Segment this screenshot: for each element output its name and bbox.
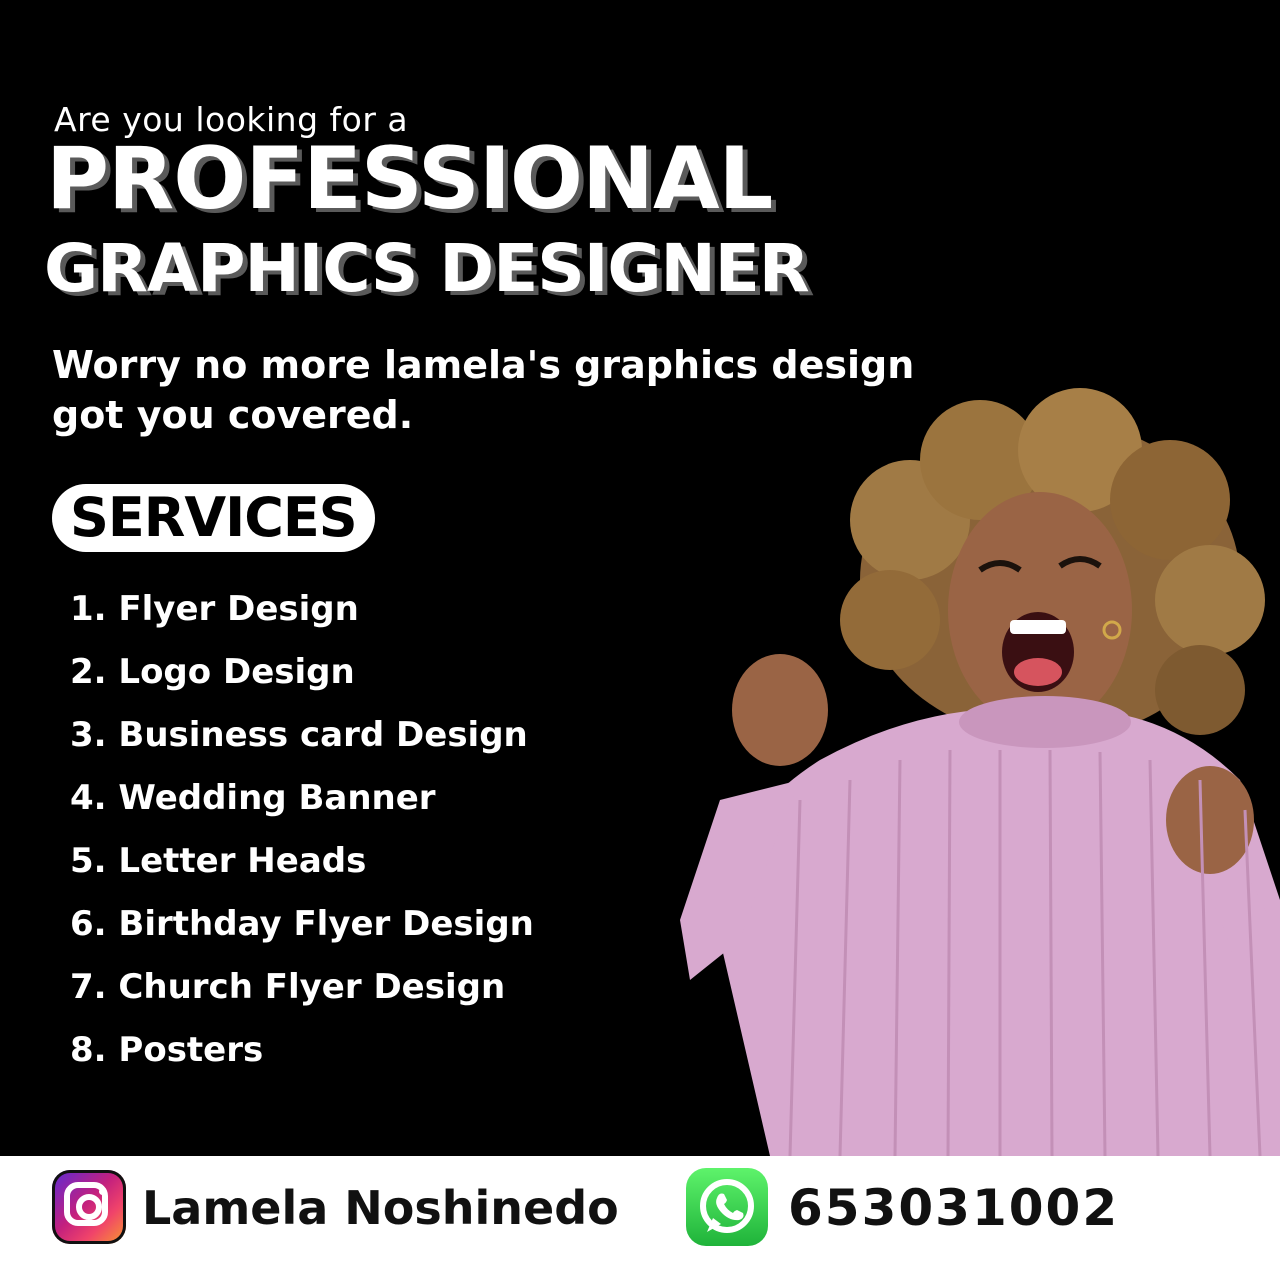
service-item: 1. Flyer Design [70,589,359,629]
headline-graphics-designer: GRAPHICS DESIGNER [44,230,810,307]
flyer-poster: Are you looking for a PROFESSIONAL GRAPH… [0,0,1280,1280]
service-item: 4. Wedding Banner [70,778,436,818]
whatsapp-icon[interactable] [686,1168,768,1246]
instagram-icon[interactable] [52,1170,126,1244]
whatsapp-phone-number[interactable]: 653031002 [788,1178,1119,1238]
service-item: 6. Birthday Flyer Design [70,904,534,944]
service-item: 7. Church Flyer Design [70,967,506,1007]
instagram-handle[interactable]: Lamela Noshinedo [142,1178,619,1238]
service-item: 8. Posters [70,1030,264,1070]
contact-footer: Lamela Noshinedo 653031002 [0,1156,1280,1280]
service-item: 2. Logo Design [70,652,355,692]
woman-photo [680,380,1280,1156]
service-item: 3. Business card Design [70,715,528,755]
services-title: SERVICES [52,484,375,552]
headline-professional: PROFESSIONAL [46,129,773,229]
service-item: 5. Letter Heads [70,841,367,881]
services-list: 1. Flyer Design 2. Logo Design 3. Busine… [70,586,534,1090]
